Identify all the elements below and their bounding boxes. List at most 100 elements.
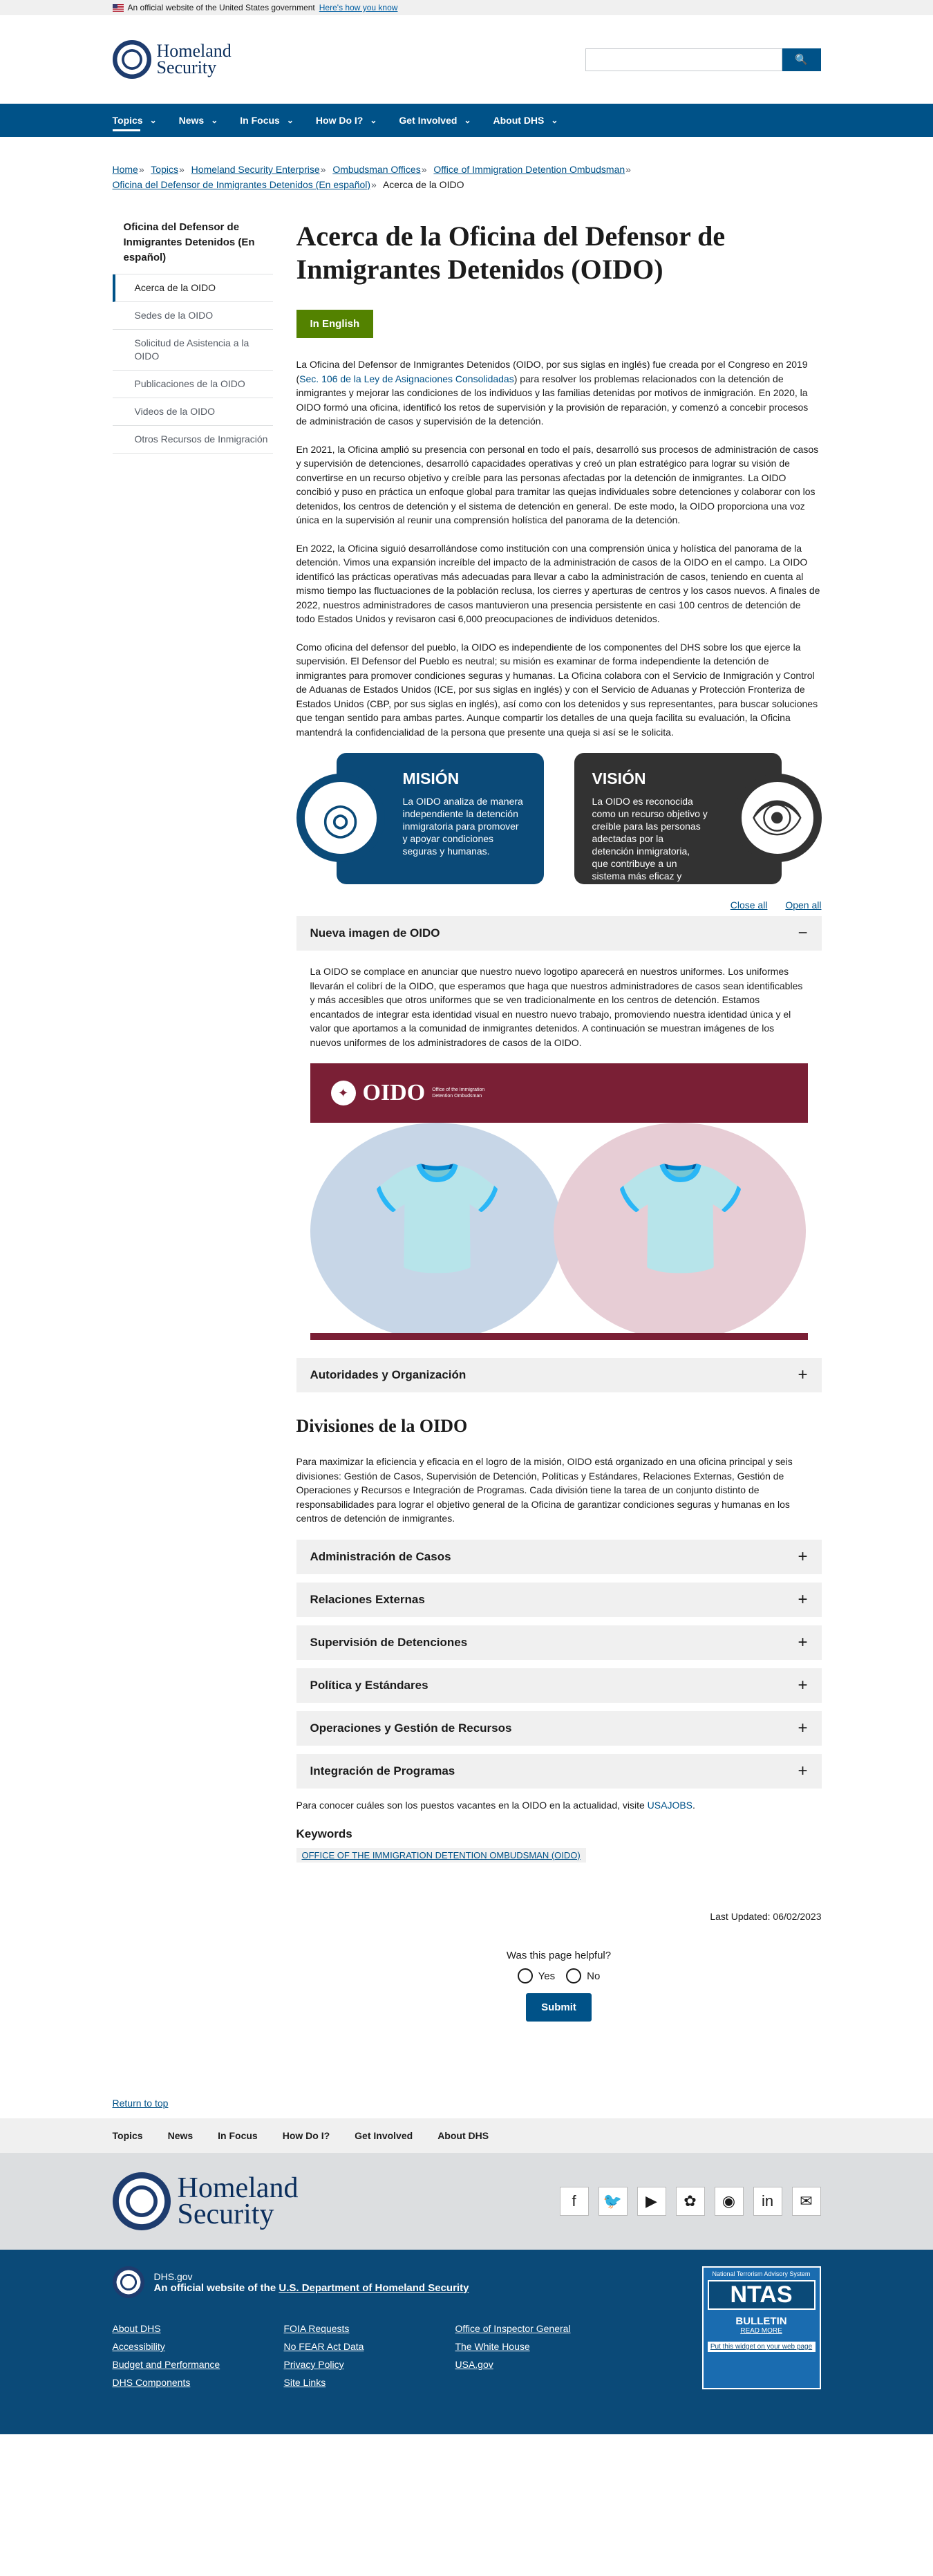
accordion-division[interactable]: Administración de Casos + xyxy=(296,1539,822,1574)
side-nav-title[interactable]: Oficina del Defensor de Inmigrantes Dete… xyxy=(112,220,273,274)
footer-link[interactable]: Accessibility xyxy=(113,2341,284,2352)
paragraph-1: La Oficina del Defensor de Inmigrantes D… xyxy=(296,357,822,429)
footer-dhs-logo[interactable]: Homeland Security xyxy=(112,2172,298,2230)
footer-nav-in-focus[interactable]: In Focus xyxy=(218,2130,258,2141)
accordion-division[interactable]: Operaciones y Gestión de Recursos + xyxy=(296,1710,822,1746)
footer-link[interactable]: DHS Components xyxy=(113,2377,284,2388)
side-nav-item-otros[interactable]: Otros Recursos de Inmigración xyxy=(112,426,273,454)
dhs-link[interactable]: U.S. Department of Homeland Security xyxy=(279,2282,469,2294)
accordion-division[interactable]: Integración de Programas + xyxy=(296,1753,822,1789)
search-input[interactable] xyxy=(585,48,782,71)
footer-link[interactable]: Privacy Policy xyxy=(284,2359,455,2370)
target-icon: ◎ xyxy=(296,774,385,862)
breadcrumb-link[interactable]: Oficina del Defensor de Inmigrantes Dete… xyxy=(113,179,371,190)
nav-label: How Do I? xyxy=(315,115,364,126)
footer-link[interactable]: No FEAR Act Data xyxy=(284,2341,455,2352)
uniform-sub: Office of the Immigration Detention Ombu… xyxy=(432,1088,485,1099)
vision-title: VISIÓN xyxy=(592,769,646,787)
breadcrumb-link[interactable]: Home xyxy=(113,164,138,175)
side-nav-item-videos[interactable]: Videos de la OIDO xyxy=(112,398,273,426)
linkedin-icon[interactable]: in xyxy=(753,2187,782,2216)
ntas-widget[interactable]: National Terrorism Advisory System NTAS … xyxy=(701,2266,821,2389)
email-icon[interactable]: ✉ xyxy=(791,2187,821,2216)
chevron-down-icon: ⌄ xyxy=(464,115,471,125)
footer-link[interactable]: Site Links xyxy=(284,2377,455,2388)
nav-news[interactable]: News ⌄ xyxy=(179,104,218,137)
breadcrumb-current: Acerca de la OIDO xyxy=(382,179,464,190)
sec-106-link[interactable]: Sec. 106 de la Ley de Asignaciones Conso… xyxy=(299,373,514,384)
page-title: Acerca de la Oficina del Defensor de Inm… xyxy=(296,221,726,285)
site-footer: Topics News In Focus How Do I? Get Invol… xyxy=(0,2118,933,2434)
breadcrumb-link[interactable]: Ombudsman Offices xyxy=(332,164,420,175)
footer-nav-get-involved[interactable]: Get Involved xyxy=(355,2130,413,2141)
mission-vision: MISIÓN La OIDO analiza de manera indepen… xyxy=(296,753,822,894)
keywords: Keywords OFFICE OF THE IMMIGRATION DETEN… xyxy=(296,1827,822,1863)
footer-link[interactable]: The White House xyxy=(455,2341,627,2352)
youtube-icon[interactable]: ▶ xyxy=(637,2187,666,2216)
last-updated: Last Updated: 06/02/2023 xyxy=(710,1911,822,1922)
breadcrumb-link[interactable]: Topics xyxy=(151,164,178,175)
search-button[interactable]: 🔍 xyxy=(782,48,821,71)
ntas-read-more[interactable]: READ MORE xyxy=(708,2327,816,2335)
footer-nav-topics[interactable]: Topics xyxy=(113,2130,143,2141)
accordion-division[interactable]: Política y Estándares + xyxy=(296,1668,822,1703)
submit-button[interactable]: Submit xyxy=(526,1993,592,2022)
return-to-top-link[interactable]: Return to top xyxy=(113,2098,821,2114)
no-radio[interactable]: No xyxy=(566,1968,600,1984)
mission-title: MISIÓN xyxy=(402,769,460,787)
paragraph-4: Como oficina del defensor del pueblo, la… xyxy=(296,641,818,738)
accordion-body: La OIDO se complace en anunciar que nues… xyxy=(296,959,822,1348)
plus-icon: + xyxy=(798,1589,808,1609)
footer-logo-line2: Security xyxy=(177,2199,274,2230)
heres-how-link[interactable]: Here's how you know xyxy=(319,0,398,15)
footer-bottom: DHS.gov An official website of the U.S. … xyxy=(0,2250,933,2434)
vision-body: La OIDO es reconocida como un recurso ob… xyxy=(592,796,708,894)
side-nav-item-solicitud[interactable]: Solicitud de Asistencia a la OIDO xyxy=(112,330,273,371)
accordion-title: Relaciones Externas xyxy=(310,1592,425,1606)
footer-link[interactable]: About DHS xyxy=(113,2323,284,2334)
footer-link[interactable]: Budget and Performance xyxy=(113,2359,284,2370)
keyword-tag[interactable]: OFFICE OF THE IMMIGRATION DETENTION OMBU… xyxy=(296,1848,586,1863)
ntas-put-widget[interactable]: Put this widget on your web page xyxy=(707,2342,816,2352)
nav-about-dhs[interactable]: About DHS ⌄ xyxy=(493,104,558,137)
instagram-icon[interactable]: ◉ xyxy=(714,2187,744,2216)
accordion-division[interactable]: Supervisión de Detenciones + xyxy=(296,1625,822,1660)
nav-get-involved[interactable]: Get Involved ⌄ xyxy=(399,104,471,137)
flickr-icon[interactable]: ✿ xyxy=(675,2187,705,2216)
hummingbird-logo-icon: ✦ xyxy=(330,1081,356,1105)
facebook-icon[interactable]: f xyxy=(559,2187,589,2216)
footer-link[interactable]: Office of Inspector General xyxy=(455,2323,627,2334)
footer-link[interactable]: USA.gov xyxy=(455,2359,627,2370)
accordion-autoridades[interactable]: Autoridades y Organización + xyxy=(296,1358,822,1392)
uniform-brand: OIDO xyxy=(362,1080,426,1105)
in-english-button[interactable]: In English xyxy=(296,310,374,338)
close-all-link[interactable]: Close all xyxy=(731,899,768,911)
footer-brand: DHS.gov An official website of the U.S. … xyxy=(112,2266,627,2298)
accordion-division[interactable]: Relaciones Externas + xyxy=(296,1582,822,1617)
nav-topics[interactable]: Topics ⌄ xyxy=(112,104,157,137)
yes-label: Yes xyxy=(538,1970,556,1982)
nav-how-do-i[interactable]: How Do I? ⌄ xyxy=(316,104,377,137)
breadcrumb: Home» Topics» Homeland Security Enterpri… xyxy=(112,164,631,190)
footer-nav-news[interactable]: News xyxy=(168,2130,194,2141)
nav-in-focus[interactable]: In Focus ⌄ xyxy=(240,104,294,137)
twitter-icon[interactable]: 🐦 xyxy=(598,2187,628,2216)
footer-link[interactable]: FOIA Requests xyxy=(284,2323,455,2334)
side-nav-item-acerca[interactable]: Acerca de la OIDO xyxy=(112,274,273,302)
yes-radio[interactable]: Yes xyxy=(517,1968,556,1984)
mission-card: MISIÓN La OIDO analiza de manera indepen… xyxy=(296,753,544,890)
accordion-nueva-imagen[interactable]: Nueva imagen de OIDO − xyxy=(296,916,822,951)
footer-nav-how-do-i[interactable]: How Do I? xyxy=(283,2130,330,2141)
main-nav: Topics ⌄ News ⌄ In Focus ⌄ How Do I? ⌄ Get I… xyxy=(0,104,933,137)
side-nav-item-sedes[interactable]: Sedes de la OIDO xyxy=(112,302,273,330)
plus-icon: + xyxy=(798,1365,808,1384)
plus-icon: + xyxy=(798,1632,808,1652)
footer-nav-about-dhs[interactable]: About DHS xyxy=(437,2130,489,2141)
open-all-link[interactable]: Open all xyxy=(785,899,821,911)
breadcrumb-link[interactable]: Homeland Security Enterprise xyxy=(191,164,320,175)
breadcrumb-link[interactable]: Office of Immigration Detention Ombudsma… xyxy=(433,164,625,175)
dhs-gov-label: DHS.gov xyxy=(153,2270,193,2282)
usajobs-link[interactable]: USAJOBS xyxy=(648,1800,692,1811)
dhs-logo[interactable]: Homeland Security xyxy=(112,40,232,79)
side-nav-item-publicaciones[interactable]: Publicaciones de la OIDO xyxy=(112,371,273,398)
